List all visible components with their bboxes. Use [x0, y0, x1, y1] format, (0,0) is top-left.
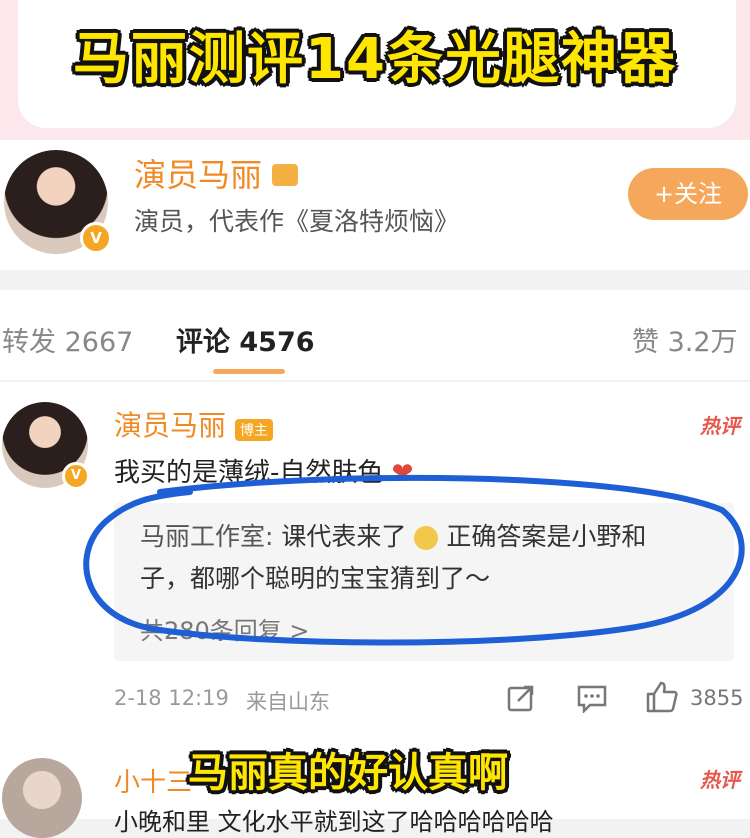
- comment-author[interactable]: 演员马丽 博主: [114, 404, 273, 444]
- comment2-hot-label: 热评: [700, 768, 740, 792]
- comment2-author[interactable]: 小十三: [114, 762, 192, 799]
- hot-comment-label: 热评: [700, 414, 740, 438]
- tab-repost[interactable]: 转发 2667: [2, 320, 133, 359]
- comment2-text: 小晚和里 文化水平就到这了哈哈哈哈哈哈: [114, 808, 554, 836]
- like-count: 3855: [690, 686, 744, 710]
- circle-annotation: [83, 474, 745, 646]
- like-icon[interactable]: [644, 680, 678, 714]
- crown-icon: [272, 164, 299, 186]
- comment-icon[interactable]: [576, 683, 608, 713]
- verified-badge: V: [80, 222, 112, 254]
- active-tab-indicator: [213, 369, 285, 374]
- blogger-tag: 博主: [234, 419, 273, 441]
- comment-time: 2-18 12:19: [114, 686, 229, 710]
- comment2-avatar[interactable]: [2, 758, 82, 838]
- tab-comments[interactable]: 评论 4576: [176, 320, 315, 359]
- profile-description: 演员，代表作《夏洛特烦恼》: [134, 207, 460, 236]
- follow-button[interactable]: +关注: [628, 168, 748, 220]
- profile-name[interactable]: 演员马丽: [134, 150, 299, 196]
- banner-title: 马丽测评14条光腿神器: [73, 27, 677, 92]
- overlay-caption: 马丽真的好认真啊: [188, 750, 508, 796]
- share-icon[interactable]: [506, 683, 536, 713]
- tab-likes[interactable]: 赞 3.2万: [632, 320, 738, 359]
- profile-name-text: 演员马丽: [134, 156, 263, 194]
- comment-author-text: 演员马丽: [114, 409, 227, 442]
- comment-source: 来自山东: [246, 690, 330, 714]
